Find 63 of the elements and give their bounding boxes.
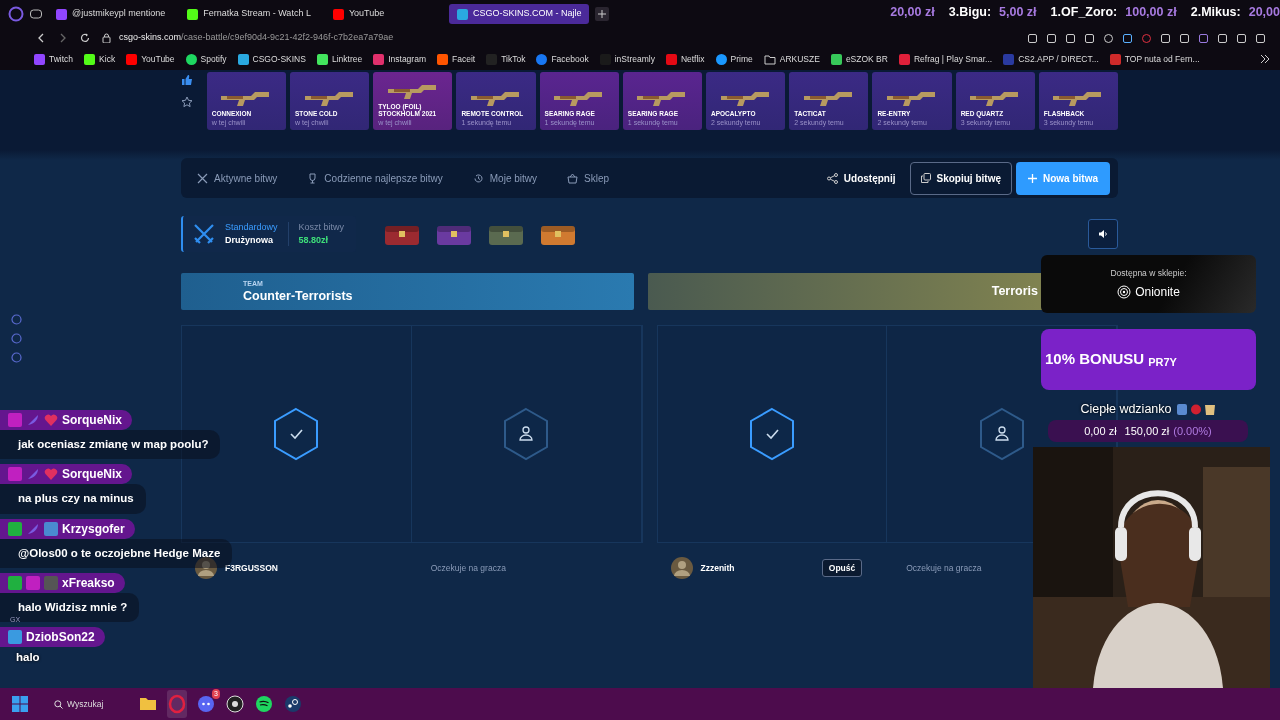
browser-tab[interactable]: YouTube [324,4,443,24]
bookmark-link[interactable]: TOP nuta od Fern... [1109,52,1200,66]
battle-type: Drużynowa [225,234,274,247]
bookmark-link[interactable]: Faceit [437,52,476,66]
battle-mode: Standardowy [225,220,278,234]
bookmark-link[interactable]: inStreamly [599,52,655,66]
goal-percent: (0.00%) [1173,423,1212,439]
chat-username-bar: xFreakso [0,572,125,593]
nav-link[interactable]: Moje bitwy [472,170,537,186]
team-name: Counter-Terrorists [243,289,353,304]
waiting-status: Oczekuje na gracza [430,561,506,575]
bookmark-link[interactable]: Facebook [536,52,589,66]
search-field[interactable]: Wyszukaj [54,697,114,711]
donor-name: 3.Bigu: [948,4,992,21]
share-link[interactable]: Udostępnij [826,170,896,186]
chat-message: jak oceniasz zmianę w map poolu? [0,430,221,460]
chat-username-bar: SorqueNix [0,410,132,430]
donation-amount: 100,00 zł [1125,4,1177,21]
browser-tab[interactable]: @justmikeypl mentione [48,4,174,24]
copy-battle-button[interactable]: Skopiuj bitwę [909,161,1012,195]
goal-target: 150,00 zł [1124,423,1170,439]
bookmark-link[interactable]: Spotify [185,52,227,66]
player-name: F3RGUSSON [225,561,278,575]
leave-button[interactable]: Opuść [821,558,863,578]
bookmark-link[interactable]: Twitch [34,52,74,66]
browser-tab[interactable]: Fernatka Stream - Watch L [179,4,319,24]
chat-message: halo [15,650,40,665]
bookmark-link[interactable]: Kick [84,52,116,66]
bookmark-link[interactable]: CSGO-SKINS [237,52,306,66]
browser-tab[interactable]: CSGO-SKINS.COM - Najle [448,4,590,24]
donation-amount: 5,00 zł [999,4,1037,21]
bonus-banner: 10% BONUSU PR7Y [1041,329,1256,390]
chat-username-bar: DziobSon22 [0,627,105,647]
bookmark-link[interactable]: ARKUSZE [763,52,820,66]
brand-name: Onionite [1135,284,1180,302]
bookmark-link[interactable]: CS2.APP / DIRECT... [1003,52,1099,66]
bookmark-link[interactable]: YouTube [126,52,175,66]
donor-name: 2.Mikus: [1190,4,1241,21]
bookmark-link[interactable]: Prime [715,52,753,66]
nav-link[interactable]: Codzienne najlepsze bitwy [307,170,443,186]
bookmark-link[interactable]: Refrag | Play Smar... [898,52,993,66]
bookmark-link[interactable]: Linktree [316,52,363,66]
chat-message: na plus czy na minus [0,484,146,514]
cost-label: Koszt bitwy [298,220,345,234]
nav-link[interactable]: Sklep [567,170,610,186]
goal-current: 0,00 zł [1084,423,1117,439]
nav-link[interactable]: Aktywne bitwy [197,170,278,186]
bookmark-link[interactable]: eSZOK BR [830,52,888,66]
bookmark-link[interactable]: Netflix [665,52,705,66]
chat-username-bar: SorqueNix [0,464,132,485]
goal-title: Ciepłe wdzianko [1080,401,1172,418]
team-name: Terroris [991,284,1038,299]
url-field[interactable]: csgo-skins.com/case-battle/c9ef90d4-9c21-42f2-946f-c7b2ea7a79ae [119,31,394,45]
chat-username-bar: Krzysgofer [0,518,135,539]
bookmark-link[interactable]: Instagram [373,52,426,66]
donor-name: 1.OF_Zoro: [1050,4,1118,21]
player-name: Zzzenith [700,561,735,575]
promo-label: Dostępna w sklepie: [1110,266,1187,280]
donation-amount: 20,00 zł [890,4,935,21]
battle-cost: 58.80zł [298,234,330,247]
waiting-status: Oczekuje na gracza [906,561,982,575]
donation-amount: 20,00 [1248,4,1280,21]
bookmark-link[interactable]: TikTok [486,52,526,66]
